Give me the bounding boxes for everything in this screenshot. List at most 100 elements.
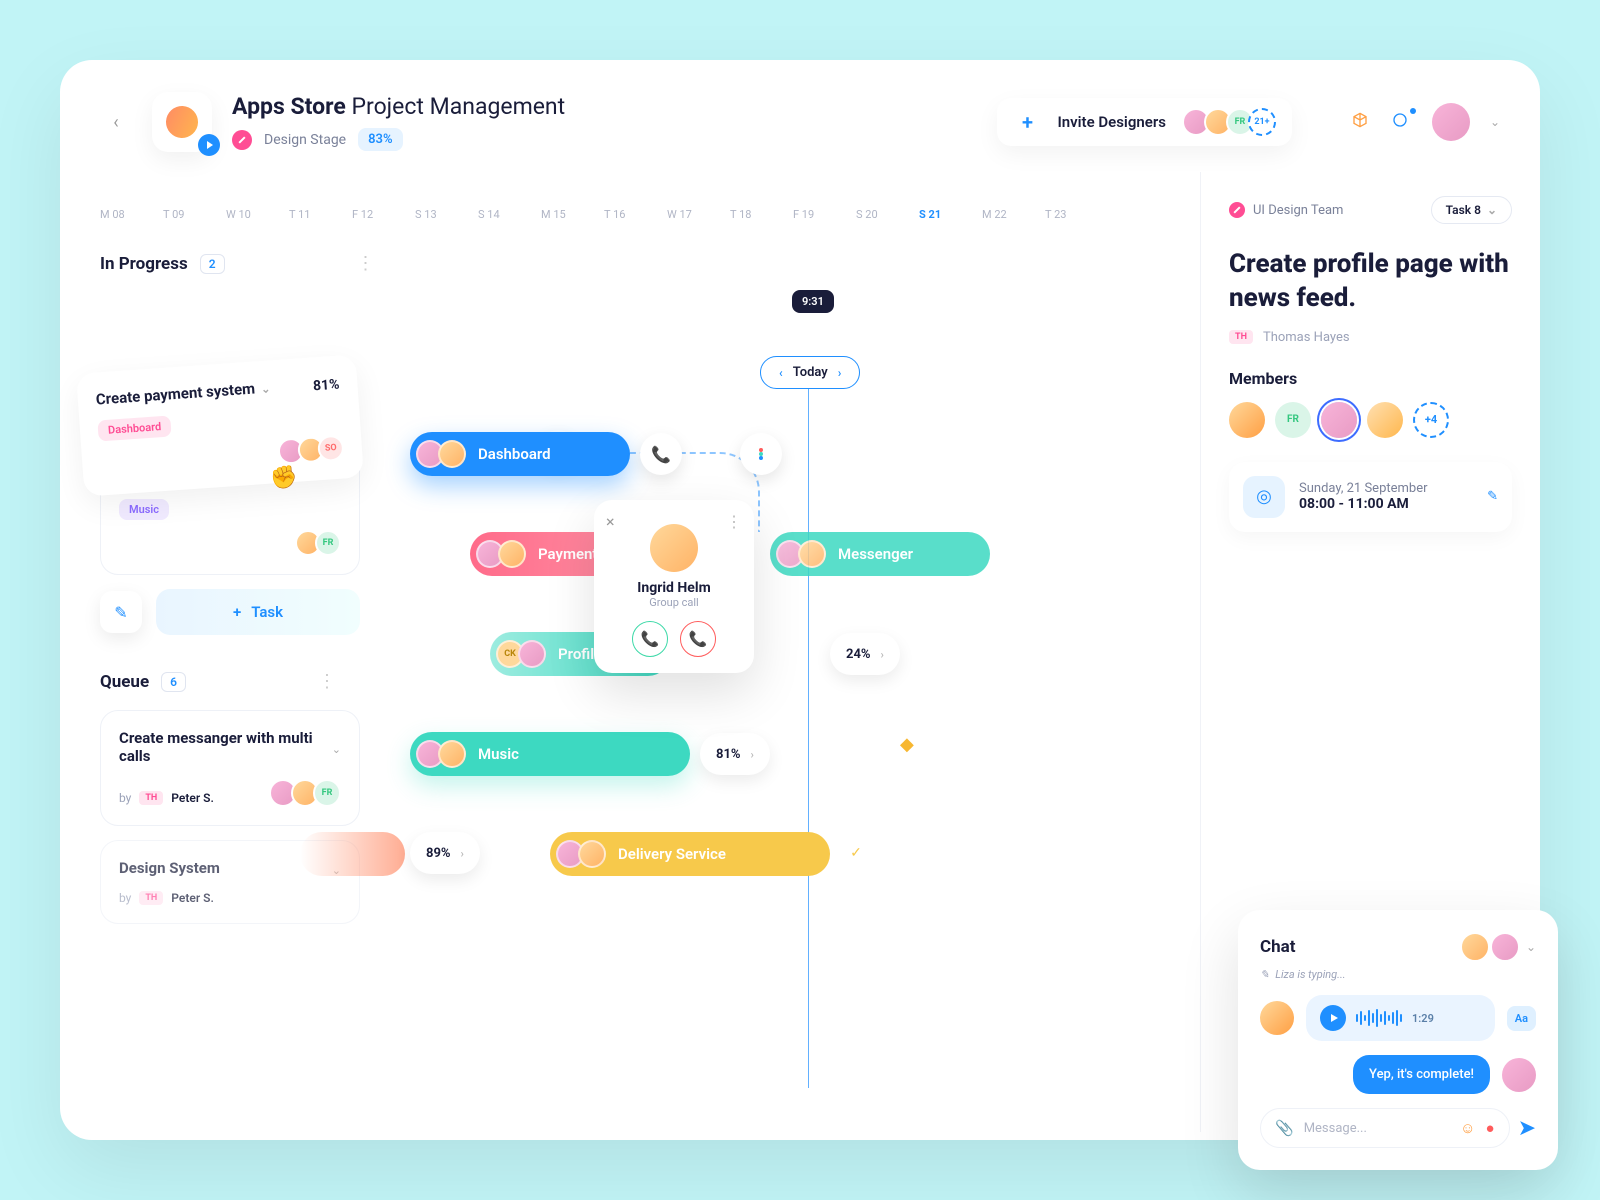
- cube-icon[interactable]: [1352, 112, 1372, 132]
- mic-icon[interactable]: ●: [1486, 1119, 1495, 1137]
- task-title: Create profile page with news feed.: [1229, 248, 1512, 316]
- voice-message[interactable]: 1:29: [1306, 995, 1495, 1041]
- task-card-dragging[interactable]: Create payment system⌄ 81% Dashboard SO …: [76, 354, 364, 496]
- avatar: [1460, 932, 1490, 962]
- edit-button[interactable]: ✎: [100, 591, 142, 633]
- timeline-day[interactable]: T 23: [1045, 208, 1108, 221]
- edit-schedule-icon[interactable]: ✎: [1487, 489, 1498, 504]
- member-avatar[interactable]: [1367, 402, 1403, 438]
- timeline-day[interactable]: W 17: [667, 208, 730, 221]
- avatar-badge: FR: [315, 530, 341, 556]
- typing-indicator: ✎Liza is typing...: [1260, 968, 1536, 981]
- progress-percent: 83%: [358, 128, 402, 151]
- count-badge: 6: [161, 672, 186, 692]
- stage-label: Design Stage: [264, 132, 346, 148]
- sketch-icon: ◆: [900, 734, 914, 755]
- chat-title: Chat: [1260, 937, 1296, 957]
- waveform-icon: [1356, 1009, 1402, 1027]
- avatar-overflow[interactable]: 21+: [1248, 108, 1276, 136]
- timeline-day[interactable]: T 16: [604, 208, 667, 221]
- current-time-badge: 9:31: [792, 290, 834, 313]
- chevron-left-icon: ‹: [779, 366, 783, 380]
- check-icon: ✓: [838, 835, 874, 871]
- timeline-day[interactable]: M 22: [982, 208, 1045, 221]
- compass-icon: ◎: [1243, 476, 1285, 518]
- app-icon: [152, 92, 212, 152]
- message-input[interactable]: 📎 Message... ☺ ●: [1260, 1108, 1510, 1148]
- member-avatar[interactable]: FR: [1275, 402, 1311, 438]
- send-button[interactable]: ➤: [1518, 1116, 1536, 1141]
- task-author: TH Thomas Hayes: [1229, 330, 1512, 345]
- timeline-day[interactable]: W 10: [226, 208, 289, 221]
- call-popup: × ⋮ Ingrid Helm Group call 📞 📞: [594, 500, 754, 673]
- timeline-day[interactable]: S 13: [415, 208, 478, 221]
- timeline-day[interactable]: T 18: [730, 208, 793, 221]
- tag: Music: [119, 499, 169, 520]
- caller-avatar: [650, 524, 698, 572]
- today-button[interactable]: ‹ Today ›: [760, 356, 860, 389]
- call-icon[interactable]: 📞: [640, 433, 682, 475]
- percent-badge: 81%›: [700, 733, 770, 775]
- gantt-bar-prev[interactable]: [300, 832, 405, 876]
- now-indicator: [808, 388, 809, 1088]
- timeline-day[interactable]: T 11: [289, 208, 352, 221]
- invite-designers[interactable]: + Invite Designers FR 21+: [997, 98, 1292, 146]
- decline-call-button[interactable]: 📞: [680, 621, 716, 657]
- member-avatar-active[interactable]: [1321, 402, 1357, 438]
- timeline: M 08T 09W 10T 11F 12S 13S 14M 15T 16W 17…: [100, 172, 1200, 233]
- chat-icon[interactable]: [1392, 112, 1412, 132]
- more-icon[interactable]: ⋮: [357, 253, 375, 274]
- avatar: [1260, 1001, 1294, 1035]
- gantt-bar-delivery[interactable]: Delivery Service: [550, 832, 830, 876]
- message-bubble: Yep, it's complete!: [1353, 1055, 1490, 1094]
- timeline-day[interactable]: S 21: [919, 208, 982, 221]
- task-selector[interactable]: Task 8⌄: [1431, 196, 1512, 224]
- member-avatar[interactable]: [1229, 402, 1265, 438]
- timeline-day[interactable]: F 19: [793, 208, 856, 221]
- play-badge-icon[interactable]: [198, 134, 220, 156]
- member-overflow[interactable]: +4: [1413, 402, 1449, 438]
- grab-cursor-icon: ✊: [270, 465, 299, 492]
- avatar-badge: FR: [313, 779, 341, 807]
- emoji-icon[interactable]: ☺: [1460, 1119, 1475, 1137]
- task-card[interactable]: Create messanger with multi calls ⌄ by T…: [100, 710, 360, 826]
- attach-icon[interactable]: 📎: [1275, 1119, 1294, 1137]
- team-label: UI Design Team: [1229, 202, 1343, 218]
- chevron-down-icon: ⌄: [332, 743, 341, 756]
- count-badge: 2: [200, 254, 225, 274]
- play-icon[interactable]: [1320, 1005, 1346, 1031]
- chat-panel: Chat ⌄ ✎Liza is typing... 1:29 Aa Yep, i…: [1238, 910, 1558, 1170]
- percent-badge: 89%›: [410, 832, 480, 874]
- section-title: Queue: [100, 672, 149, 692]
- gantt-bar-messenger[interactable]: Messenger: [770, 532, 990, 576]
- avatar-badge: SO: [317, 434, 345, 462]
- timeline-day[interactable]: M 08: [100, 208, 163, 221]
- profile-avatar[interactable]: [1432, 103, 1470, 141]
- plus-icon: +: [1013, 108, 1041, 136]
- schedule-card: ◎ Sunday, 21 September 08:00 - 11:00 AM …: [1229, 462, 1512, 532]
- timeline-day[interactable]: F 12: [352, 208, 415, 221]
- chevron-down-icon[interactable]: ⌄: [1526, 940, 1536, 954]
- text-toggle[interactable]: Aa: [1507, 1006, 1536, 1031]
- chevron-down-icon[interactable]: ⌄: [1490, 115, 1500, 129]
- accept-call-button[interactable]: 📞: [632, 621, 668, 657]
- members-heading: Members: [1229, 369, 1512, 388]
- section-title: In Progress: [100, 254, 188, 274]
- timeline-day[interactable]: M 15: [541, 208, 604, 221]
- timeline-day[interactable]: S 14: [478, 208, 541, 221]
- chevron-right-icon: ›: [838, 366, 842, 380]
- gantt-bar-music[interactable]: Music: [410, 732, 690, 776]
- more-icon[interactable]: ⋮: [726, 512, 742, 531]
- more-icon[interactable]: ⋮: [318, 671, 336, 692]
- close-icon[interactable]: ×: [606, 512, 615, 531]
- gantt-bar-dashboard[interactable]: Dashboard: [410, 432, 630, 476]
- back-button[interactable]: ‹: [100, 106, 132, 138]
- team-icon: [1229, 202, 1245, 218]
- percent-badge: 24%›: [830, 633, 900, 675]
- tag: Dashboard: [97, 415, 172, 441]
- timeline-day[interactable]: S 20: [856, 208, 919, 221]
- timeline-day[interactable]: T 09: [163, 208, 226, 221]
- add-task-button[interactable]: +Task: [156, 589, 360, 635]
- figma-icon[interactable]: [740, 433, 782, 475]
- page-title: Apps Store Project Management: [232, 93, 565, 120]
